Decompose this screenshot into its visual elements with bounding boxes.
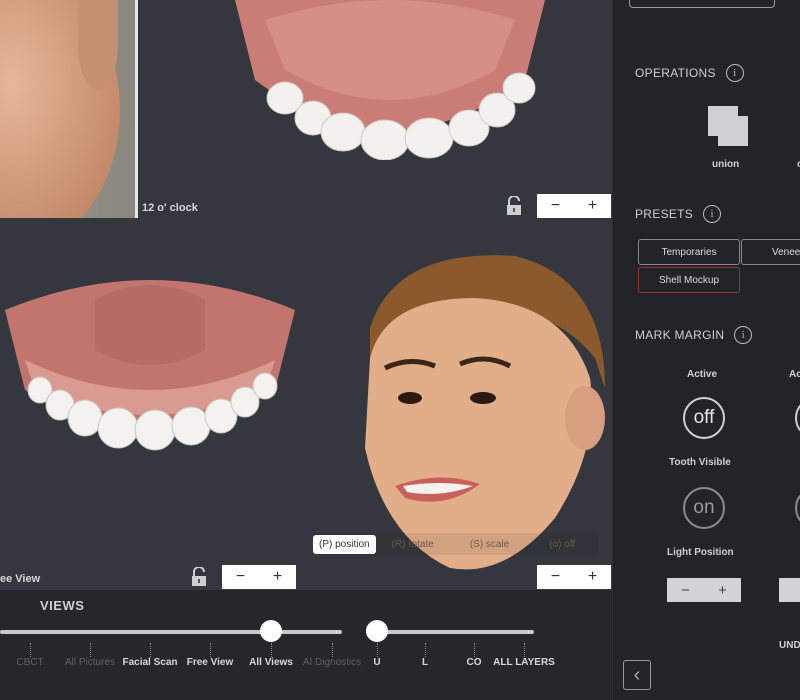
zoom-in-button[interactable]: + xyxy=(273,568,282,586)
layer-option-l[interactable]: L xyxy=(422,657,428,668)
zoom-out-button[interactable]: − xyxy=(236,568,245,586)
view-option-cbct[interactable]: CBCT xyxy=(16,657,43,668)
top-button[interactable] xyxy=(629,0,775,8)
layer-option-u[interactable]: U xyxy=(373,657,380,668)
layers-tick xyxy=(474,643,475,657)
layers-tick xyxy=(524,643,525,657)
transform-mode-bar: (P) position (R) rotate (S) scale (o) of… xyxy=(313,533,599,555)
lower-jaw-model[interactable] xyxy=(5,270,295,460)
operations-title: OPERATIONS xyxy=(635,66,716,80)
zoom-out-button[interactable]: − xyxy=(551,568,560,586)
right-sidebar: OPERATIONS i union c PRESETS i Temporari… xyxy=(612,0,800,700)
layers-tick xyxy=(425,643,426,657)
presets-title: PRESETS xyxy=(635,207,694,221)
view-option-ai-diagnostics[interactable]: AI Dignostics xyxy=(303,657,361,668)
tooth-visible-toggle[interactable]: on xyxy=(683,487,725,529)
mode-position-button[interactable]: (P) position xyxy=(313,534,376,554)
lower-left-zoom-control: − + xyxy=(222,565,296,589)
zoom-out-button[interactable]: − xyxy=(551,197,560,215)
views-tick xyxy=(210,643,211,657)
active-label: Active xyxy=(687,369,718,380)
mode-off-button[interactable]: (o) off xyxy=(543,535,581,554)
upper-zoom-control: − + xyxy=(537,194,611,218)
layer-option-all-layers[interactable]: ALL LAYERS xyxy=(493,657,555,668)
light-position-label: Light Position xyxy=(667,547,734,558)
preset-veneers-button[interactable]: Venee xyxy=(741,239,800,265)
layer-option-co[interactable]: CO xyxy=(467,657,482,668)
back-button[interactable]: ‹ xyxy=(623,660,651,690)
view-option-facial-scan[interactable]: Facial Scan xyxy=(122,657,177,668)
unlock-icon[interactable] xyxy=(506,196,522,216)
light-position-stepper-2: − xyxy=(779,578,800,602)
presets-header: PRESETS i xyxy=(635,205,722,223)
info-icon[interactable]: i xyxy=(725,64,744,82)
photo-caption: 12 o' clock xyxy=(142,202,198,214)
light-position-stepper: − + xyxy=(667,578,741,602)
zoom-in-button[interactable]: + xyxy=(588,568,597,586)
layers-tick xyxy=(377,643,378,657)
views-slider-track[interactable] xyxy=(0,630,342,634)
views-tick xyxy=(332,643,333,657)
views-tick xyxy=(271,643,272,657)
patient-photo-12-oclock xyxy=(0,0,138,218)
operation-union-label: union xyxy=(712,159,740,170)
layers-slider-track[interactable] xyxy=(366,630,534,634)
views-tick xyxy=(90,643,91,657)
info-icon[interactable]: i xyxy=(703,205,722,223)
views-tick xyxy=(30,643,31,657)
mark-margin-header: MARK MARGIN i xyxy=(635,326,753,344)
views-tick xyxy=(150,643,151,657)
zoom-in-button[interactable]: + xyxy=(588,197,597,215)
views-title: VIEWS xyxy=(40,598,85,613)
operations-header: OPERATIONS i xyxy=(635,64,744,82)
light-increase-button[interactable]: + xyxy=(718,582,727,599)
lower-right-zoom-control: − + xyxy=(537,565,611,589)
mark-margin-title: MARK MARGIN xyxy=(635,328,725,342)
active-label-2: Ac xyxy=(789,369,800,380)
tooth-visible-toggle-2[interactable] xyxy=(795,487,800,529)
view-option-free-view[interactable]: Free View xyxy=(187,657,234,668)
view-option-all-views[interactable]: All Views xyxy=(249,657,293,668)
mode-rotate-button[interactable]: (R) rotate xyxy=(386,535,440,554)
unlock-icon[interactable] xyxy=(191,567,207,587)
mode-scale-button[interactable]: (S) scale xyxy=(464,535,515,554)
preset-shell-mockup-button[interactable]: Shell Mockup xyxy=(638,267,740,293)
layers-slider-knob[interactable] xyxy=(366,620,388,642)
chevron-left-icon: ‹ xyxy=(633,663,641,686)
view-option-all-pictures[interactable]: All Pictures xyxy=(65,657,115,668)
preset-temporaries-button[interactable]: Temporaries xyxy=(638,239,740,265)
face-ear xyxy=(78,0,118,90)
active-toggle[interactable]: off xyxy=(683,397,725,439)
light-decrease-button[interactable]: − xyxy=(681,582,690,599)
info-icon[interactable]: i xyxy=(734,326,753,344)
views-panel: VIEWS xyxy=(0,590,612,700)
free-view-caption: ee View xyxy=(0,573,41,585)
3d-viewport[interactable]: 12 o' clock − + (P) position (R) rotate … xyxy=(0,0,612,590)
active-toggle-2[interactable] xyxy=(795,397,800,439)
tooth-visible-label: Tooth Visible xyxy=(669,457,731,468)
undo-label[interactable]: UND xyxy=(779,640,800,651)
union-icon[interactable] xyxy=(708,106,748,146)
facial-scan-model[interactable] xyxy=(355,248,610,578)
views-slider-knob[interactable] xyxy=(260,620,282,642)
upper-jaw-model[interactable] xyxy=(225,0,555,160)
